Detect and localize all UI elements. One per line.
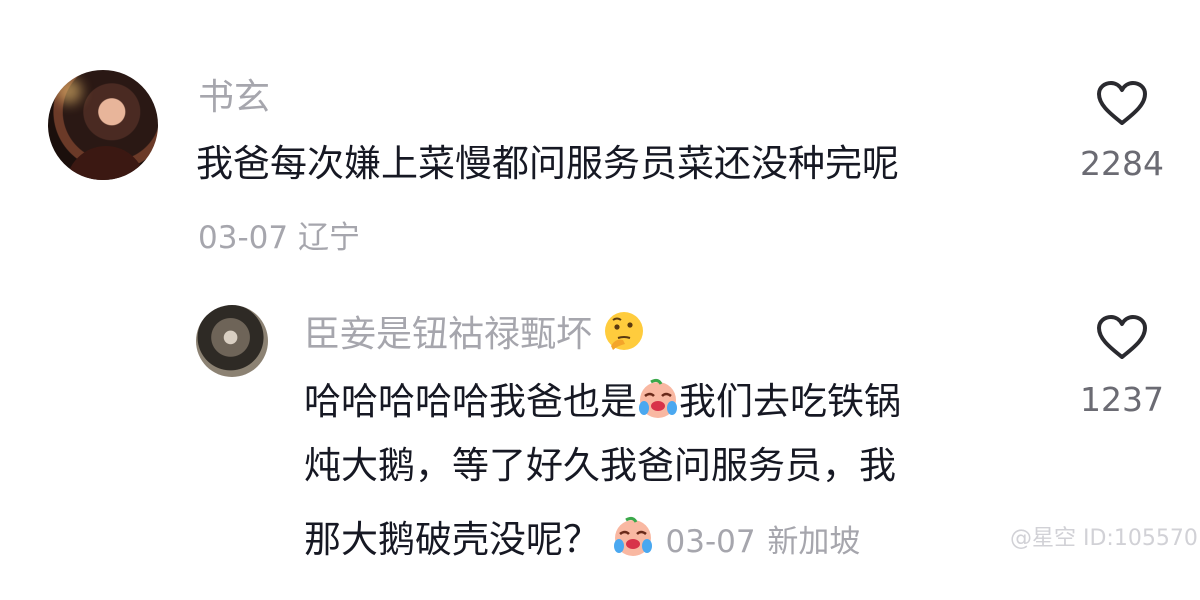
reply-location: 新加坡 bbox=[767, 524, 861, 560]
reply-text-segment: 那大鹅破壳没呢？ bbox=[304, 518, 600, 561]
crying-laughing-icon bbox=[639, 378, 677, 418]
thinking-face-icon bbox=[605, 312, 644, 350]
reply-username[interactable]: 臣妾是钮祜禄甄坏 bbox=[304, 310, 645, 355]
reply-line-2: 炖大鹅，等了好久我爸问服务员，我 bbox=[304, 444, 896, 487]
reply-username-text: 臣妾是钮祜禄甄坏 bbox=[304, 314, 593, 355]
comment-meta: 03-07 辽宁 bbox=[198, 220, 360, 256]
comment-text: 我爸每次嫌上菜慢都问服务员菜还没种完呢 bbox=[196, 142, 899, 185]
avatar[interactable] bbox=[48, 70, 158, 180]
watermark: @星空 ID:105570 bbox=[1010, 526, 1198, 551]
like-count: 2284 bbox=[1080, 144, 1164, 183]
reply-line-1: 哈哈哈哈哈我爸也是 我们去吃铁锅 bbox=[304, 370, 901, 434]
heart-icon bbox=[1097, 81, 1147, 125]
reply-text-segment: 我们去吃铁锅 bbox=[679, 380, 901, 423]
comment-location: 辽宁 bbox=[297, 220, 360, 256]
reply-line-3: 那大鹅破壳没呢？ 03-07 新加坡 bbox=[304, 508, 860, 572]
comment-date: 03-07 bbox=[198, 220, 289, 256]
reply-like-button[interactable] bbox=[1096, 314, 1148, 364]
reply-date: 03-07 bbox=[665, 524, 756, 560]
avatar-light bbox=[56, 78, 82, 104]
username[interactable]: 书玄 bbox=[198, 78, 270, 118]
avatar-figure bbox=[66, 146, 146, 180]
heart-icon bbox=[1097, 315, 1147, 359]
like-button[interactable] bbox=[1096, 80, 1148, 130]
reply-avatar[interactable] bbox=[196, 305, 268, 377]
crying-laughing-icon bbox=[613, 516, 652, 556]
reply-text-segment: 哈哈哈哈哈我爸也是 bbox=[304, 380, 637, 423]
reply-like-count: 1237 bbox=[1080, 380, 1164, 419]
